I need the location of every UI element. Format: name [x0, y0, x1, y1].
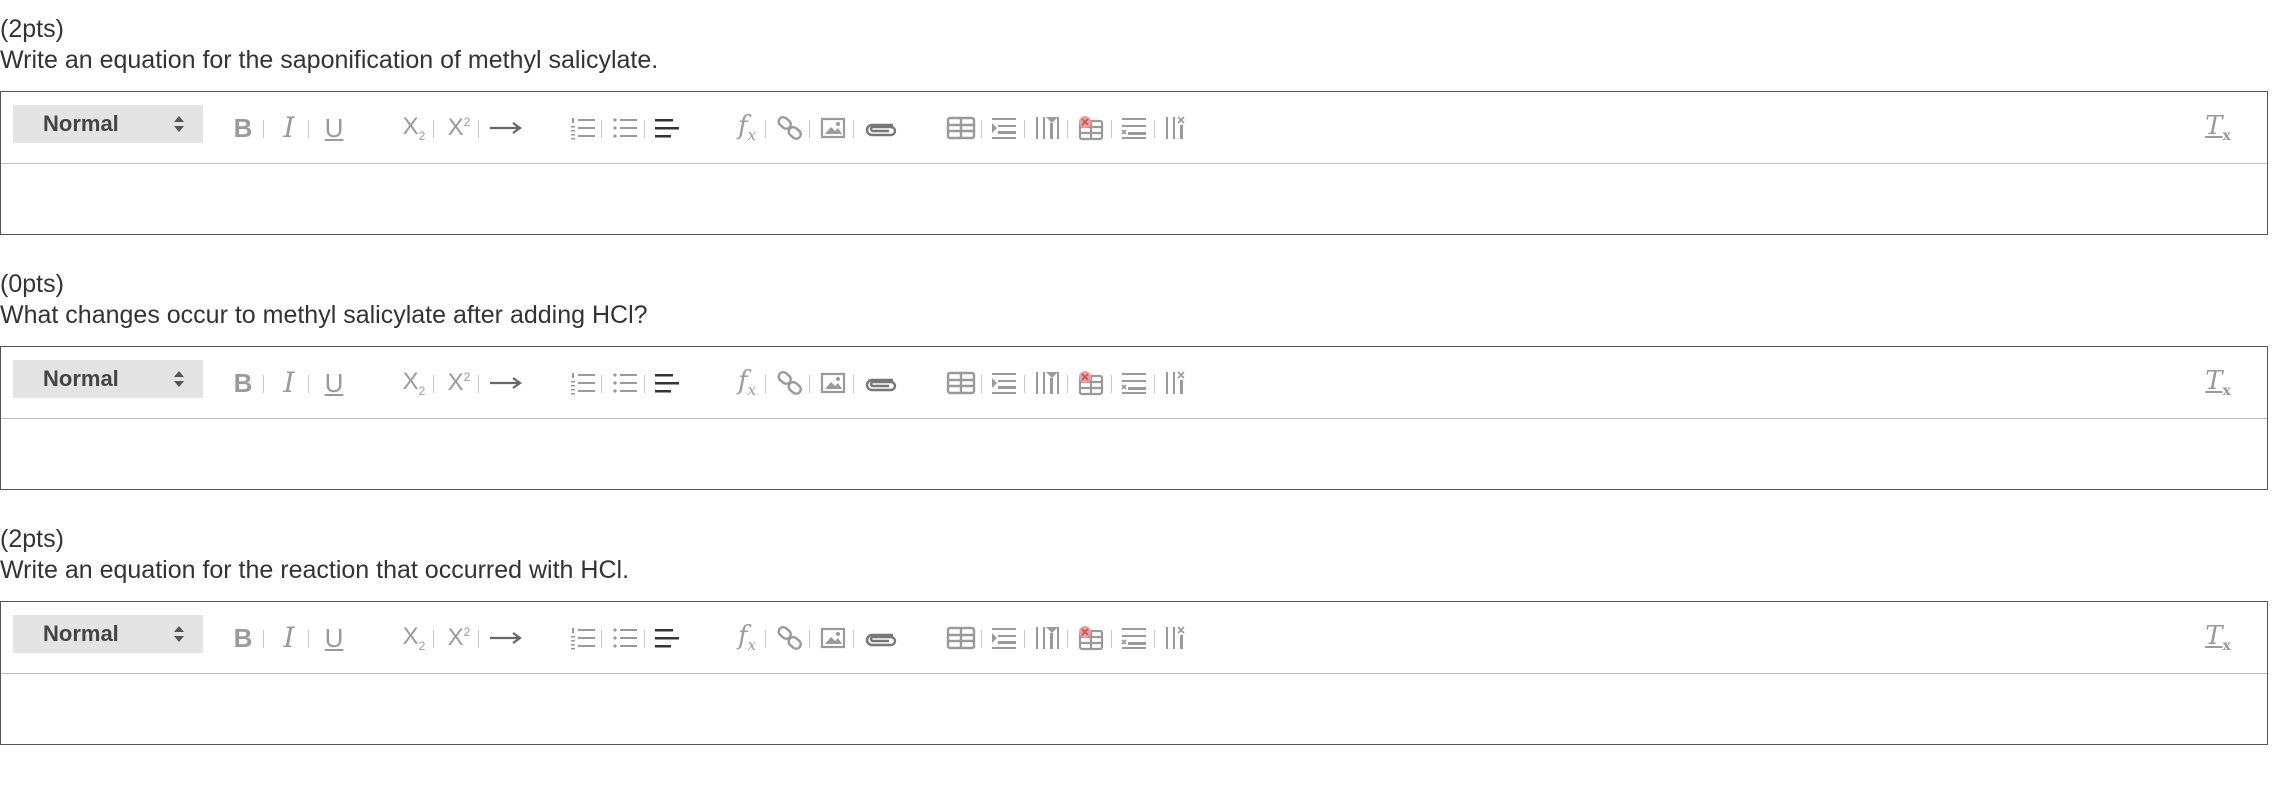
- clear-formatting-icon[interactable]: Tx: [2201, 347, 2235, 419]
- clear-formatting-icon[interactable]: Tx: [2201, 602, 2235, 674]
- underline-icon[interactable]: U: [319, 347, 349, 419]
- delete-column-icon[interactable]: [1163, 602, 1193, 674]
- clear-formatting-icon[interactable]: Tx: [2201, 92, 2235, 164]
- bold-icon[interactable]: B: [229, 602, 257, 674]
- insert-column-icon[interactable]: [1033, 347, 1063, 419]
- insert-row-icon[interactable]: [989, 347, 1019, 419]
- editor-content-area[interactable]: [1, 419, 2267, 489]
- italic-icon[interactable]: I: [275, 602, 303, 674]
- delete-row-icon[interactable]: [1119, 92, 1149, 164]
- question-prompt: What changes occur to methyl salicylate …: [0, 301, 648, 329]
- table-icon[interactable]: [945, 602, 977, 674]
- formula-icon[interactable]: fx: [733, 92, 761, 164]
- delete-row-icon[interactable]: [1119, 347, 1149, 419]
- editor-content-area[interactable]: [1, 164, 2267, 234]
- superscript-icon[interactable]: X2: [443, 92, 475, 164]
- underline-icon[interactable]: U: [319, 92, 349, 164]
- image-icon[interactable]: [819, 602, 847, 674]
- question-2: (0pts) What changes occur to methyl sali…: [0, 269, 2270, 490]
- select-arrows-icon: [174, 626, 184, 642]
- delete-table-icon[interactable]: [1075, 347, 1107, 419]
- attachment-icon[interactable]: [861, 347, 901, 419]
- ordered-list-icon[interactable]: [569, 347, 597, 419]
- insert-row-icon[interactable]: [989, 92, 1019, 164]
- subscript-icon[interactable]: X2: [397, 347, 431, 419]
- bold-icon[interactable]: B: [229, 347, 257, 419]
- editor-toolbar: Normal B I U X2 X2 fx Tx: [1, 347, 2267, 419]
- table-icon[interactable]: [945, 347, 977, 419]
- image-icon[interactable]: [819, 347, 847, 419]
- italic-icon[interactable]: I: [275, 92, 303, 164]
- question-prompt: Write an equation for the saponification…: [0, 46, 659, 74]
- underline-icon[interactable]: U: [319, 602, 349, 674]
- insert-row-icon[interactable]: [989, 602, 1019, 674]
- select-arrows-icon: [174, 371, 184, 387]
- question-points: (2pts): [0, 525, 64, 553]
- question-1: (2pts) Write an equation for the saponif…: [0, 14, 2270, 235]
- attachment-icon[interactable]: [861, 92, 901, 164]
- superscript-icon[interactable]: X2: [443, 347, 475, 419]
- delete-column-icon[interactable]: [1163, 92, 1193, 164]
- link-icon[interactable]: [775, 347, 805, 419]
- align-left-icon[interactable]: [653, 347, 681, 419]
- delete-table-icon[interactable]: [1075, 602, 1107, 674]
- ordered-list-icon[interactable]: [569, 92, 597, 164]
- subscript-icon[interactable]: X2: [397, 92, 431, 164]
- rich-text-editor: Normal B I U X2 X2 fx Tx: [0, 91, 2268, 235]
- align-left-icon[interactable]: [653, 92, 681, 164]
- align-left-icon[interactable]: [653, 602, 681, 674]
- arrow-right-icon[interactable]: [487, 92, 525, 164]
- delete-row-icon[interactable]: [1119, 602, 1149, 674]
- formula-icon[interactable]: fx: [733, 347, 761, 419]
- italic-icon[interactable]: I: [275, 347, 303, 419]
- editor-content-area[interactable]: [1, 674, 2267, 744]
- bullet-list-icon[interactable]: [611, 347, 639, 419]
- formula-icon[interactable]: fx: [733, 602, 761, 674]
- delete-table-icon[interactable]: [1075, 92, 1107, 164]
- bullet-list-icon[interactable]: [611, 602, 639, 674]
- subscript-icon[interactable]: X2: [397, 602, 431, 674]
- ordered-list-icon[interactable]: [569, 602, 597, 674]
- bullet-list-icon[interactable]: [611, 92, 639, 164]
- insert-column-icon[interactable]: [1033, 602, 1063, 674]
- insert-column-icon[interactable]: [1033, 92, 1063, 164]
- select-arrows-icon: [174, 116, 184, 132]
- rich-text-editor: Normal B I U X2 X2 fx Tx: [0, 346, 2268, 490]
- editor-toolbar: Normal B I U X2 X2 fx Tx: [1, 92, 2267, 164]
- format-select-value: Normal: [43, 111, 119, 136]
- bold-icon[interactable]: B: [229, 92, 257, 164]
- rich-text-editor: Normal B I U X2 X2 fx Tx: [0, 601, 2268, 745]
- format-select-value: Normal: [43, 621, 119, 646]
- link-icon[interactable]: [775, 92, 805, 164]
- question-3: (2pts) Write an equation for the reactio…: [0, 524, 2270, 745]
- link-icon[interactable]: [775, 602, 805, 674]
- format-select[interactable]: Normal: [13, 105, 203, 143]
- editor-toolbar: Normal B I U X2 X2 fx Tx: [1, 602, 2267, 674]
- attachment-icon[interactable]: [861, 602, 901, 674]
- format-select-value: Normal: [43, 366, 119, 391]
- arrow-right-icon[interactable]: [487, 347, 525, 419]
- question-points: (0pts): [0, 270, 64, 298]
- format-select[interactable]: Normal: [13, 615, 203, 653]
- question-points: (2pts): [0, 15, 64, 43]
- format-select[interactable]: Normal: [13, 360, 203, 398]
- arrow-right-icon[interactable]: [487, 602, 525, 674]
- question-prompt: Write an equation for the reaction that …: [0, 556, 630, 584]
- superscript-icon[interactable]: X2: [443, 602, 475, 674]
- image-icon[interactable]: [819, 92, 847, 164]
- table-icon[interactable]: [945, 92, 977, 164]
- delete-column-icon[interactable]: [1163, 347, 1193, 419]
